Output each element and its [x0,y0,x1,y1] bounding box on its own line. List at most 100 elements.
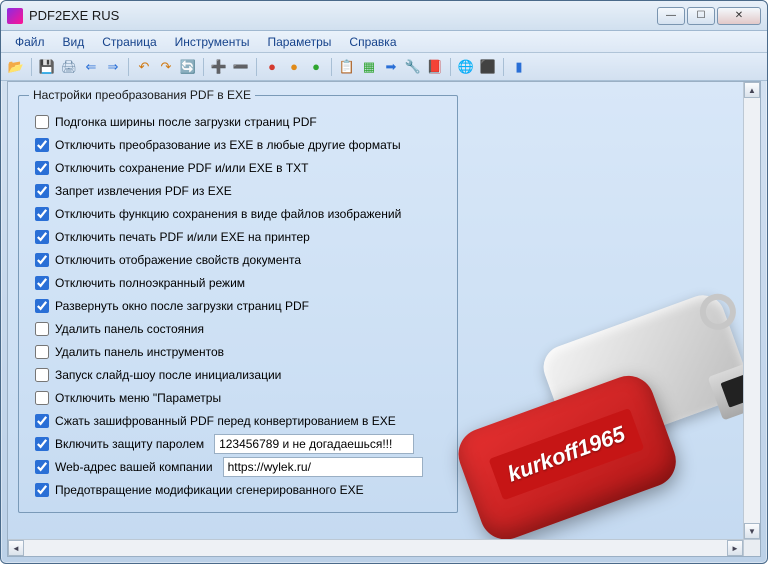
option-checkbox[interactable] [35,138,49,152]
dot-red-icon[interactable]: ● [263,58,281,76]
option-row: Отключить функцию сохранения в виде файл… [29,203,447,224]
option-checkbox[interactable] [35,483,49,497]
vertical-scrollbar[interactable]: ▲ ▼ [743,82,760,539]
save-icon[interactable]: 💾 [38,58,56,76]
option-label: Отключить меню "Параметры [55,391,221,405]
option-row: Отключить меню "Параметры [29,387,447,408]
option-checkbox[interactable] [35,322,49,336]
option-label: Включить защиту паролем [55,437,204,451]
option-label: Удалить панель состояния [55,322,204,336]
option-row: Сжать зашифрованный PDF перед конвертиро… [29,410,447,431]
separator [31,58,32,76]
option-checkbox[interactable] [35,276,49,290]
scroll-v-track[interactable] [744,98,760,523]
option-checkbox[interactable] [35,115,49,129]
toolbar: 📂 💾 🖨 ⇐ ⇒ ↶ ↷ 🔄 ➕ ➖ ● ● ● 📋 ▦ ➡ 🔧 📕 🌐 ⬛ … [1,53,767,81]
option-label: Развернуть окно после загрузки страниц P… [55,299,309,313]
scroll-h-track[interactable] [24,540,727,556]
scroll-left-button[interactable]: ◄ [8,540,24,556]
option-label: Отключить функцию сохранения в виде файл… [55,207,401,221]
option-row: Запрет извлечения PDF из EXE [29,180,447,201]
separator [450,58,451,76]
settings-group: Настройки преобразования PDF в EXE Подго… [18,88,458,513]
window-title: PDF2EXE RUS [29,8,657,23]
option-row: Отключить печать PDF и/или EXE на принте… [29,226,447,247]
option-row: Отключить сохранение PDF и/или EXE в TXT [29,157,447,178]
option-label: Сжать зашифрованный PDF перед конвертиро… [55,414,396,428]
stop-icon[interactable]: ⬛ [479,58,497,76]
scroll-corner [743,539,760,556]
option-checkbox[interactable] [35,345,49,359]
minimize-button[interactable]: — [657,7,685,25]
globe-icon[interactable]: 🌐 [457,58,475,76]
go-icon[interactable]: ➡ [382,58,400,76]
open-icon[interactable]: 📂 [7,58,25,76]
option-checkbox[interactable] [35,414,49,428]
forward-icon[interactable]: ⇒ [104,58,122,76]
option-checkbox[interactable] [35,391,49,405]
option-label: Подгонка ширины после загрузки страниц P… [55,115,317,129]
option-checkbox[interactable] [35,460,49,474]
option-row: Предотвращение модификации сгенерированн… [29,479,447,500]
option-label: Запрет извлечения PDF из EXE [55,184,232,198]
menubar: Файл Вид Страница Инструменты Параметры … [1,31,767,53]
scroll-down-button[interactable]: ▼ [744,523,760,539]
grid-icon[interactable]: ▦ [360,58,378,76]
bar-icon[interactable]: ▮ [510,58,528,76]
option-label: Отключить печать PDF и/или EXE на принте… [55,230,310,244]
print-icon[interactable]: 🖨 [60,58,78,76]
option-checkbox[interactable] [35,207,49,221]
option-label: Удалить панель инструментов [55,345,224,359]
option-checkbox[interactable] [35,253,49,267]
option-row: Развернуть окно после загрузки страниц P… [29,295,447,316]
horizontal-scrollbar[interactable]: ◄ ► [8,539,743,556]
redo-icon[interactable]: ↷ [157,58,175,76]
undo-icon[interactable]: ↶ [135,58,153,76]
book-icon[interactable]: 📕 [426,58,444,76]
option-row: Web-адрес вашей компании [29,456,447,477]
option-label: Предотвращение модификации сгенерированн… [55,483,364,497]
option-input[interactable] [214,434,414,454]
dot-orange-icon[interactable]: ● [285,58,303,76]
option-checkbox[interactable] [35,184,49,198]
minus-icon[interactable]: ➖ [232,58,250,76]
scroll-up-button[interactable]: ▲ [744,82,760,98]
option-row: Отключить полноэкранный режим [29,272,447,293]
option-checkbox[interactable] [35,161,49,175]
menu-file[interactable]: Файл [7,33,53,51]
option-row: Отключить преобразование из EXE в любые … [29,134,447,155]
maximize-button[interactable]: ☐ [687,7,715,25]
option-row: Включить защиту паролем [29,433,447,454]
separator [203,58,204,76]
option-input[interactable] [223,457,423,477]
option-row: Подгонка ширины после загрузки страниц P… [29,111,447,132]
wrench-icon[interactable]: 🔧 [404,58,422,76]
window-controls: — ☐ ✕ [657,7,761,25]
back-icon[interactable]: ⇐ [82,58,100,76]
menu-help[interactable]: Справка [341,33,404,51]
app-window: PDF2EXE RUS — ☐ ✕ Файл Вид Страница Инст… [0,0,768,564]
option-checkbox[interactable] [35,230,49,244]
menu-view[interactable]: Вид [55,33,93,51]
menu-tools[interactable]: Инструменты [167,33,258,51]
refresh-icon[interactable]: 🔄 [179,58,197,76]
copy-icon[interactable]: 📋 [338,58,356,76]
content-frame: Настройки преобразования PDF в EXE Подго… [7,81,761,557]
separator [256,58,257,76]
option-checkbox[interactable] [35,368,49,382]
separator [128,58,129,76]
option-label: Отключить полноэкранный режим [55,276,245,290]
plus-icon[interactable]: ➕ [210,58,228,76]
option-checkbox[interactable] [35,437,49,451]
menu-page[interactable]: Страница [94,33,164,51]
scroll-right-button[interactable]: ► [727,540,743,556]
menu-params[interactable]: Параметры [259,33,339,51]
group-legend: Настройки преобразования PDF в EXE [29,88,255,102]
option-label: Запуск слайд-шоу после инициализации [55,368,281,382]
close-button[interactable]: ✕ [717,7,761,25]
option-label: Отключить преобразование из EXE в любые … [55,138,401,152]
dot-green-icon[interactable]: ● [307,58,325,76]
option-checkbox[interactable] [35,299,49,313]
separator [331,58,332,76]
separator [503,58,504,76]
